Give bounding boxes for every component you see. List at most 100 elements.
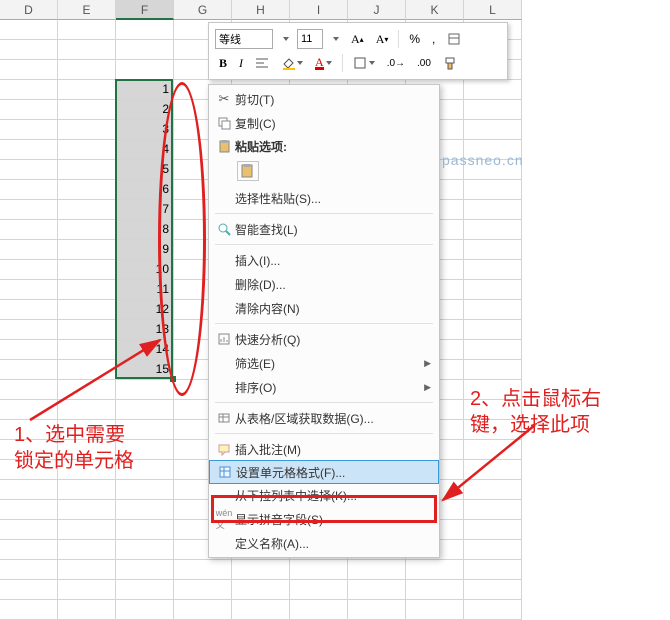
cell[interactable]: 11 — [116, 280, 174, 300]
menu-sort[interactable]: 排序(O) ▶ — [209, 375, 439, 399]
cell[interactable] — [58, 200, 116, 220]
cell[interactable] — [58, 560, 116, 580]
selection-handle[interactable] — [170, 376, 176, 382]
cell[interactable] — [464, 600, 522, 620]
cell[interactable]: 2 — [116, 100, 174, 120]
cell[interactable] — [0, 180, 58, 200]
cell[interactable] — [0, 300, 58, 320]
cell[interactable] — [464, 420, 522, 440]
col-header-D[interactable]: D — [0, 0, 58, 20]
cell[interactable] — [0, 320, 58, 340]
col-header-L[interactable]: L — [464, 0, 522, 20]
increase-decimal-icon[interactable]: .00 — [413, 53, 435, 73]
cell[interactable] — [464, 520, 522, 540]
menu-filter[interactable]: 筛选(E) ▶ — [209, 351, 439, 375]
cell[interactable] — [0, 500, 58, 520]
cell[interactable] — [116, 420, 174, 440]
cell[interactable] — [406, 560, 464, 580]
increase-font-icon[interactable]: A▴ — [347, 29, 368, 49]
cell[interactable] — [0, 140, 58, 160]
menu-quick-analysis[interactable]: 快速分析(Q) — [209, 327, 439, 351]
menu-insert-comment[interactable]: 插入批注(M) — [209, 437, 439, 461]
cell[interactable] — [0, 200, 58, 220]
cell[interactable] — [0, 600, 58, 620]
cell[interactable] — [58, 580, 116, 600]
cell[interactable] — [116, 40, 174, 60]
cell[interactable] — [464, 140, 522, 160]
cell[interactable]: 7 — [116, 200, 174, 220]
cell[interactable] — [58, 100, 116, 120]
cell[interactable] — [174, 580, 232, 600]
cell[interactable] — [116, 380, 174, 400]
cell[interactable] — [58, 360, 116, 380]
cell[interactable] — [0, 220, 58, 240]
cell[interactable] — [464, 500, 522, 520]
cell[interactable] — [58, 500, 116, 520]
cell[interactable] — [58, 180, 116, 200]
col-header-K[interactable]: K — [406, 0, 464, 20]
decrease-font-icon[interactable]: A▾ — [372, 29, 393, 49]
cell[interactable] — [116, 540, 174, 560]
cell[interactable]: 13 — [116, 320, 174, 340]
menu-get-from-table[interactable]: 从表格/区域获取数据(G)... — [209, 406, 439, 430]
bold-button[interactable]: B — [215, 53, 231, 73]
cell[interactable] — [116, 20, 174, 40]
cell[interactable] — [58, 420, 116, 440]
cell[interactable] — [58, 20, 116, 40]
cell[interactable] — [58, 60, 116, 80]
cell[interactable] — [464, 560, 522, 580]
percent-button[interactable]: % — [405, 29, 424, 49]
cell[interactable] — [116, 600, 174, 620]
cell[interactable] — [58, 80, 116, 100]
cell[interactable] — [174, 560, 232, 580]
cell[interactable] — [0, 380, 58, 400]
cell[interactable] — [0, 520, 58, 540]
cell[interactable] — [464, 340, 522, 360]
cell[interactable] — [58, 480, 116, 500]
cell[interactable] — [58, 320, 116, 340]
cell[interactable]: 10 — [116, 260, 174, 280]
format-painter-icon[interactable] — [439, 53, 461, 73]
font-name-dropdown[interactable] — [277, 29, 293, 49]
cell[interactable] — [464, 480, 522, 500]
cell[interactable] — [464, 300, 522, 320]
cell[interactable] — [0, 160, 58, 180]
menu-insert[interactable]: 插入(I)... — [209, 248, 439, 272]
cell[interactable] — [58, 40, 116, 60]
cell[interactable] — [0, 420, 58, 440]
cell[interactable]: 14 — [116, 340, 174, 360]
cell[interactable] — [0, 240, 58, 260]
borders-icon[interactable] — [349, 53, 379, 73]
cell[interactable] — [0, 280, 58, 300]
menu-copy[interactable]: 复制(C) — [209, 111, 439, 135]
cell[interactable] — [0, 480, 58, 500]
cell[interactable] — [464, 400, 522, 420]
cell[interactable] — [348, 600, 406, 620]
cell[interactable] — [0, 340, 58, 360]
cell[interactable] — [58, 380, 116, 400]
cell[interactable] — [58, 300, 116, 320]
cell[interactable] — [58, 340, 116, 360]
cell[interactable] — [174, 600, 232, 620]
cell[interactable] — [464, 280, 522, 300]
menu-cut[interactable]: ✂ 剪切(T) — [209, 87, 439, 111]
cell[interactable] — [0, 440, 58, 460]
cell[interactable] — [58, 120, 116, 140]
cell[interactable]: 4 — [116, 140, 174, 160]
cell[interactable] — [464, 440, 522, 460]
col-header-I[interactable]: I — [290, 0, 348, 20]
menu-pick-from-list[interactable]: 从下拉列表中选择(K)... — [209, 483, 439, 507]
cell[interactable] — [58, 260, 116, 280]
comma-style-icon[interactable]: , — [428, 29, 439, 49]
cell[interactable] — [464, 80, 522, 100]
cell[interactable] — [290, 560, 348, 580]
cell[interactable] — [58, 240, 116, 260]
cell[interactable]: 15 — [116, 360, 174, 380]
cell[interactable] — [0, 560, 58, 580]
cell[interactable] — [58, 280, 116, 300]
cell[interactable] — [348, 580, 406, 600]
cell[interactable] — [0, 20, 58, 40]
cell[interactable] — [464, 320, 522, 340]
menu-delete[interactable]: 删除(D)... — [209, 272, 439, 296]
menu-format-cells[interactable]: 设置单元格格式(F)... — [209, 460, 439, 484]
